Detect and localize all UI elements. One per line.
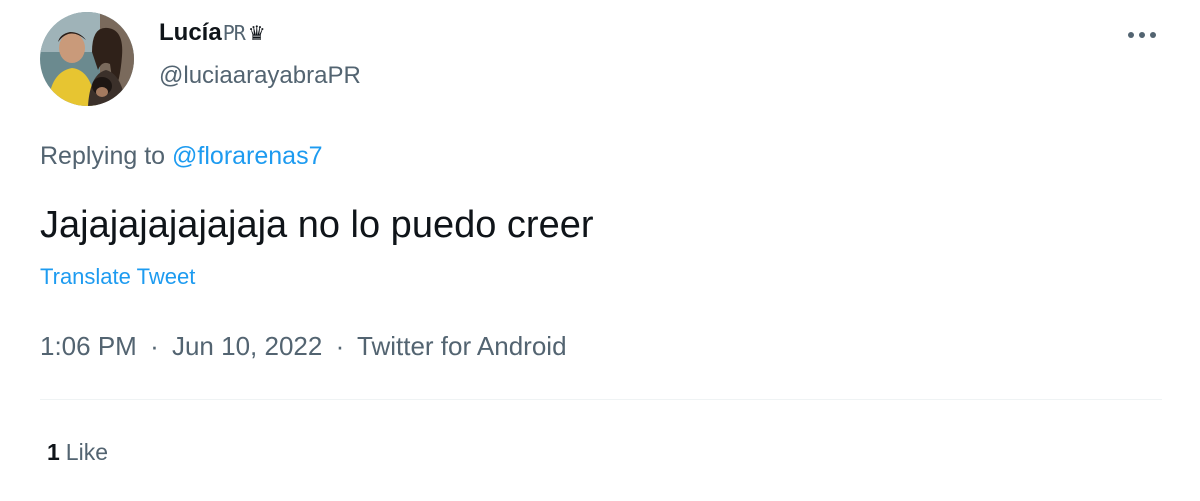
crown-icon: ♛ [247,22,266,45]
more-dots-icon [1128,32,1156,38]
reply-mention-link[interactable]: @florarenas7 [172,142,322,170]
avatar[interactable] [40,12,134,106]
meta-separator: · [335,331,345,361]
translate-tweet-link[interactable]: Translate Tweet [40,264,195,290]
replying-to-label: Replying to [40,142,166,170]
author-display-name[interactable]: Lucía PR ♛ [159,19,266,47]
tweet-card: Lucía PR ♛ @luciaarayabraPR Replying to … [0,0,1200,501]
tweet-date[interactable]: Jun 10, 2022 [172,331,322,361]
more-options-button[interactable] [1120,20,1164,50]
tweet-text: Jajajajajajajaja no lo puedo creer [40,204,594,246]
replying-to: Replying to @florarenas7 [40,142,322,171]
divider [40,399,1162,400]
meta-separator: · [150,331,159,361]
author-handle[interactable]: @luciaarayabraPR [159,62,361,90]
author-name-text: Lucía [159,19,222,46]
tweet-source[interactable]: Twitter for Android [357,331,567,361]
likes-count: 1 [47,439,60,465]
profile-photo-icon [40,12,134,106]
tweet-time[interactable]: 1:06 PM [40,331,137,361]
tweet-metadata: 1:06 PM · Jun 10, 2022 · Twitter for And… [40,331,567,362]
likes-stat[interactable]: 1 Like [47,439,108,466]
author-name-suffix: PR [222,21,246,45]
likes-label: Like [65,439,108,465]
